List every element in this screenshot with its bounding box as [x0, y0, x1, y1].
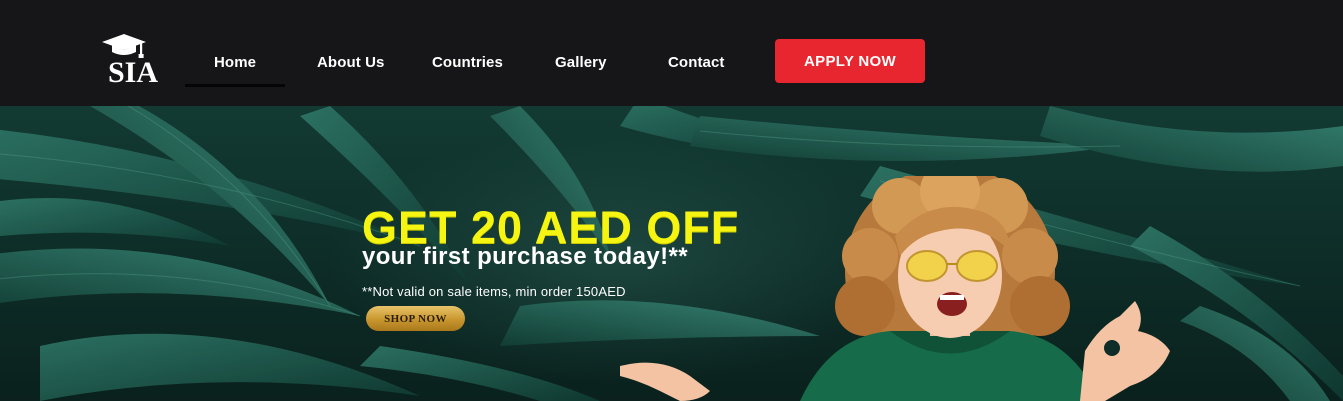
nav-countries[interactable]: Countries — [432, 54, 503, 71]
shop-now-button[interactable]: SHOP NOW — [366, 306, 465, 331]
nav-about-us[interactable]: About Us — [317, 54, 384, 71]
site-logo[interactable]: SIA — [100, 32, 170, 89]
graduation-cap-icon: SIA — [102, 34, 158, 89]
promo-disclaimer: **Not valid on sale items, min order 150… — [362, 284, 626, 299]
nav-home[interactable]: Home — [214, 54, 256, 71]
logo-text: SIA — [108, 56, 158, 84]
apply-now-button[interactable]: APPLY NOW — [775, 39, 925, 83]
nav-contact[interactable]: Contact — [668, 54, 725, 71]
promo-subline: your first purchase today!** — [362, 243, 688, 270]
active-nav-indicator — [185, 84, 285, 87]
nav-gallery[interactable]: Gallery — [555, 54, 607, 71]
top-navbar: SIA Home About Us Countries Gallery Cont… — [0, 0, 1343, 106]
hero-banner: GET 20 AED OFF your first purchase today… — [0, 106, 1343, 401]
